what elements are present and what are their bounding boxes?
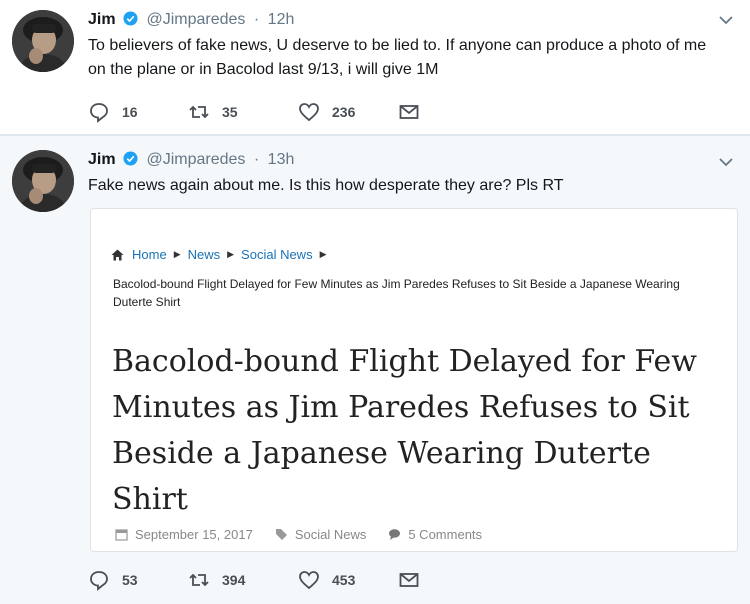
reply-count: 53 <box>122 572 138 588</box>
timestamp[interactable]: 12h <box>268 11 295 28</box>
retweet-count: 35 <box>222 104 238 120</box>
article-headline: Bacolod-bound Flight Delayed for Few Min… <box>112 344 697 517</box>
verified-badge-icon <box>123 151 138 166</box>
tweet-text: To believers of fake news, U deserve to … <box>88 37 707 78</box>
timestamp[interactable]: 13h <box>268 151 295 168</box>
envelope-icon <box>399 105 419 119</box>
breadcrumb-separator: ▶ <box>227 249 235 259</box>
display-name[interactable]: Jim <box>88 151 116 168</box>
like-button[interactable]: 453 <box>298 568 355 592</box>
direct-message-button[interactable] <box>398 100 420 124</box>
display-name[interactable]: Jim <box>88 11 116 28</box>
breadcrumb-social-news[interactable]: Social News <box>241 247 313 262</box>
retweet-icon <box>189 573 209 587</box>
breadcrumb-news[interactable]: News <box>188 247 221 262</box>
like-button[interactable]: 236 <box>298 100 355 124</box>
handle[interactable]: @Jimparedes <box>146 11 245 28</box>
chevron-down-icon[interactable] <box>718 154 734 170</box>
breadcrumb-separator: ▶ <box>319 249 327 259</box>
comment-icon <box>389 529 401 540</box>
article-category[interactable]: Social News <box>275 527 367 542</box>
article-comments[interactable]: 5 Comments <box>388 527 482 542</box>
calendar-icon <box>115 529 128 541</box>
reply-icon <box>90 103 108 123</box>
verified-badge-icon <box>123 11 138 26</box>
tweet-header: Jim @Jimparedes · 12h <box>88 10 294 30</box>
breadcrumb-home[interactable]: Home <box>132 247 167 262</box>
article-date: September 15, 2017 <box>115 527 253 542</box>
heart-icon <box>299 571 319 590</box>
retweet-button[interactable]: 394 <box>188 568 245 592</box>
reply-count: 16 <box>122 104 138 120</box>
article-category-text: Social News <box>294 527 367 542</box>
separator: · <box>253 11 260 28</box>
breadcrumb-separator: ▶ <box>173 249 181 259</box>
tweet[interactable]: Jim @Jimparedes · 12h To believers of fa… <box>0 0 750 134</box>
retweet-button[interactable]: 35 <box>188 100 238 124</box>
like-count: 236 <box>332 104 356 120</box>
tweet-text: Fake news again about me. Is this how de… <box>88 177 564 194</box>
tag-icon <box>275 529 287 540</box>
link-preview-card[interactable]: Home ▶ News ▶ Social News ▶ Bacolod-boun… <box>90 208 738 552</box>
retweet-count: 394 <box>222 572 246 588</box>
home-icon <box>111 249 124 260</box>
tweet-header: Jim @Jimparedes · 13h <box>88 150 294 170</box>
breadcrumb-article-title: Bacolod-bound Flight Delayed for Few Min… <box>113 277 680 309</box>
reply-icon <box>90 571 108 591</box>
separator: · <box>253 151 260 168</box>
envelope-icon <box>399 573 419 587</box>
chevron-down-icon[interactable] <box>718 12 734 28</box>
tweet[interactable]: Jim @Jimparedes · 13h Fake news again ab… <box>0 136 750 604</box>
avatar[interactable] <box>12 150 74 212</box>
reply-button[interactable]: 16 <box>88 100 138 124</box>
article-meta: September 15, 2017 Social News 5 Comment… <box>115 527 504 542</box>
article-date-text: September 15, 2017 <box>135 527 253 542</box>
like-count: 453 <box>332 572 356 588</box>
reply-button[interactable]: 53 <box>88 568 138 592</box>
handle[interactable]: @Jimparedes <box>146 151 245 168</box>
avatar[interactable] <box>12 10 74 72</box>
heart-icon <box>299 103 319 122</box>
article-comments-text: 5 Comments <box>408 527 483 542</box>
retweet-icon <box>189 105 209 119</box>
direct-message-button[interactable] <box>398 568 420 592</box>
breadcrumb: Home ▶ News ▶ Social News ▶ <box>111 247 334 262</box>
